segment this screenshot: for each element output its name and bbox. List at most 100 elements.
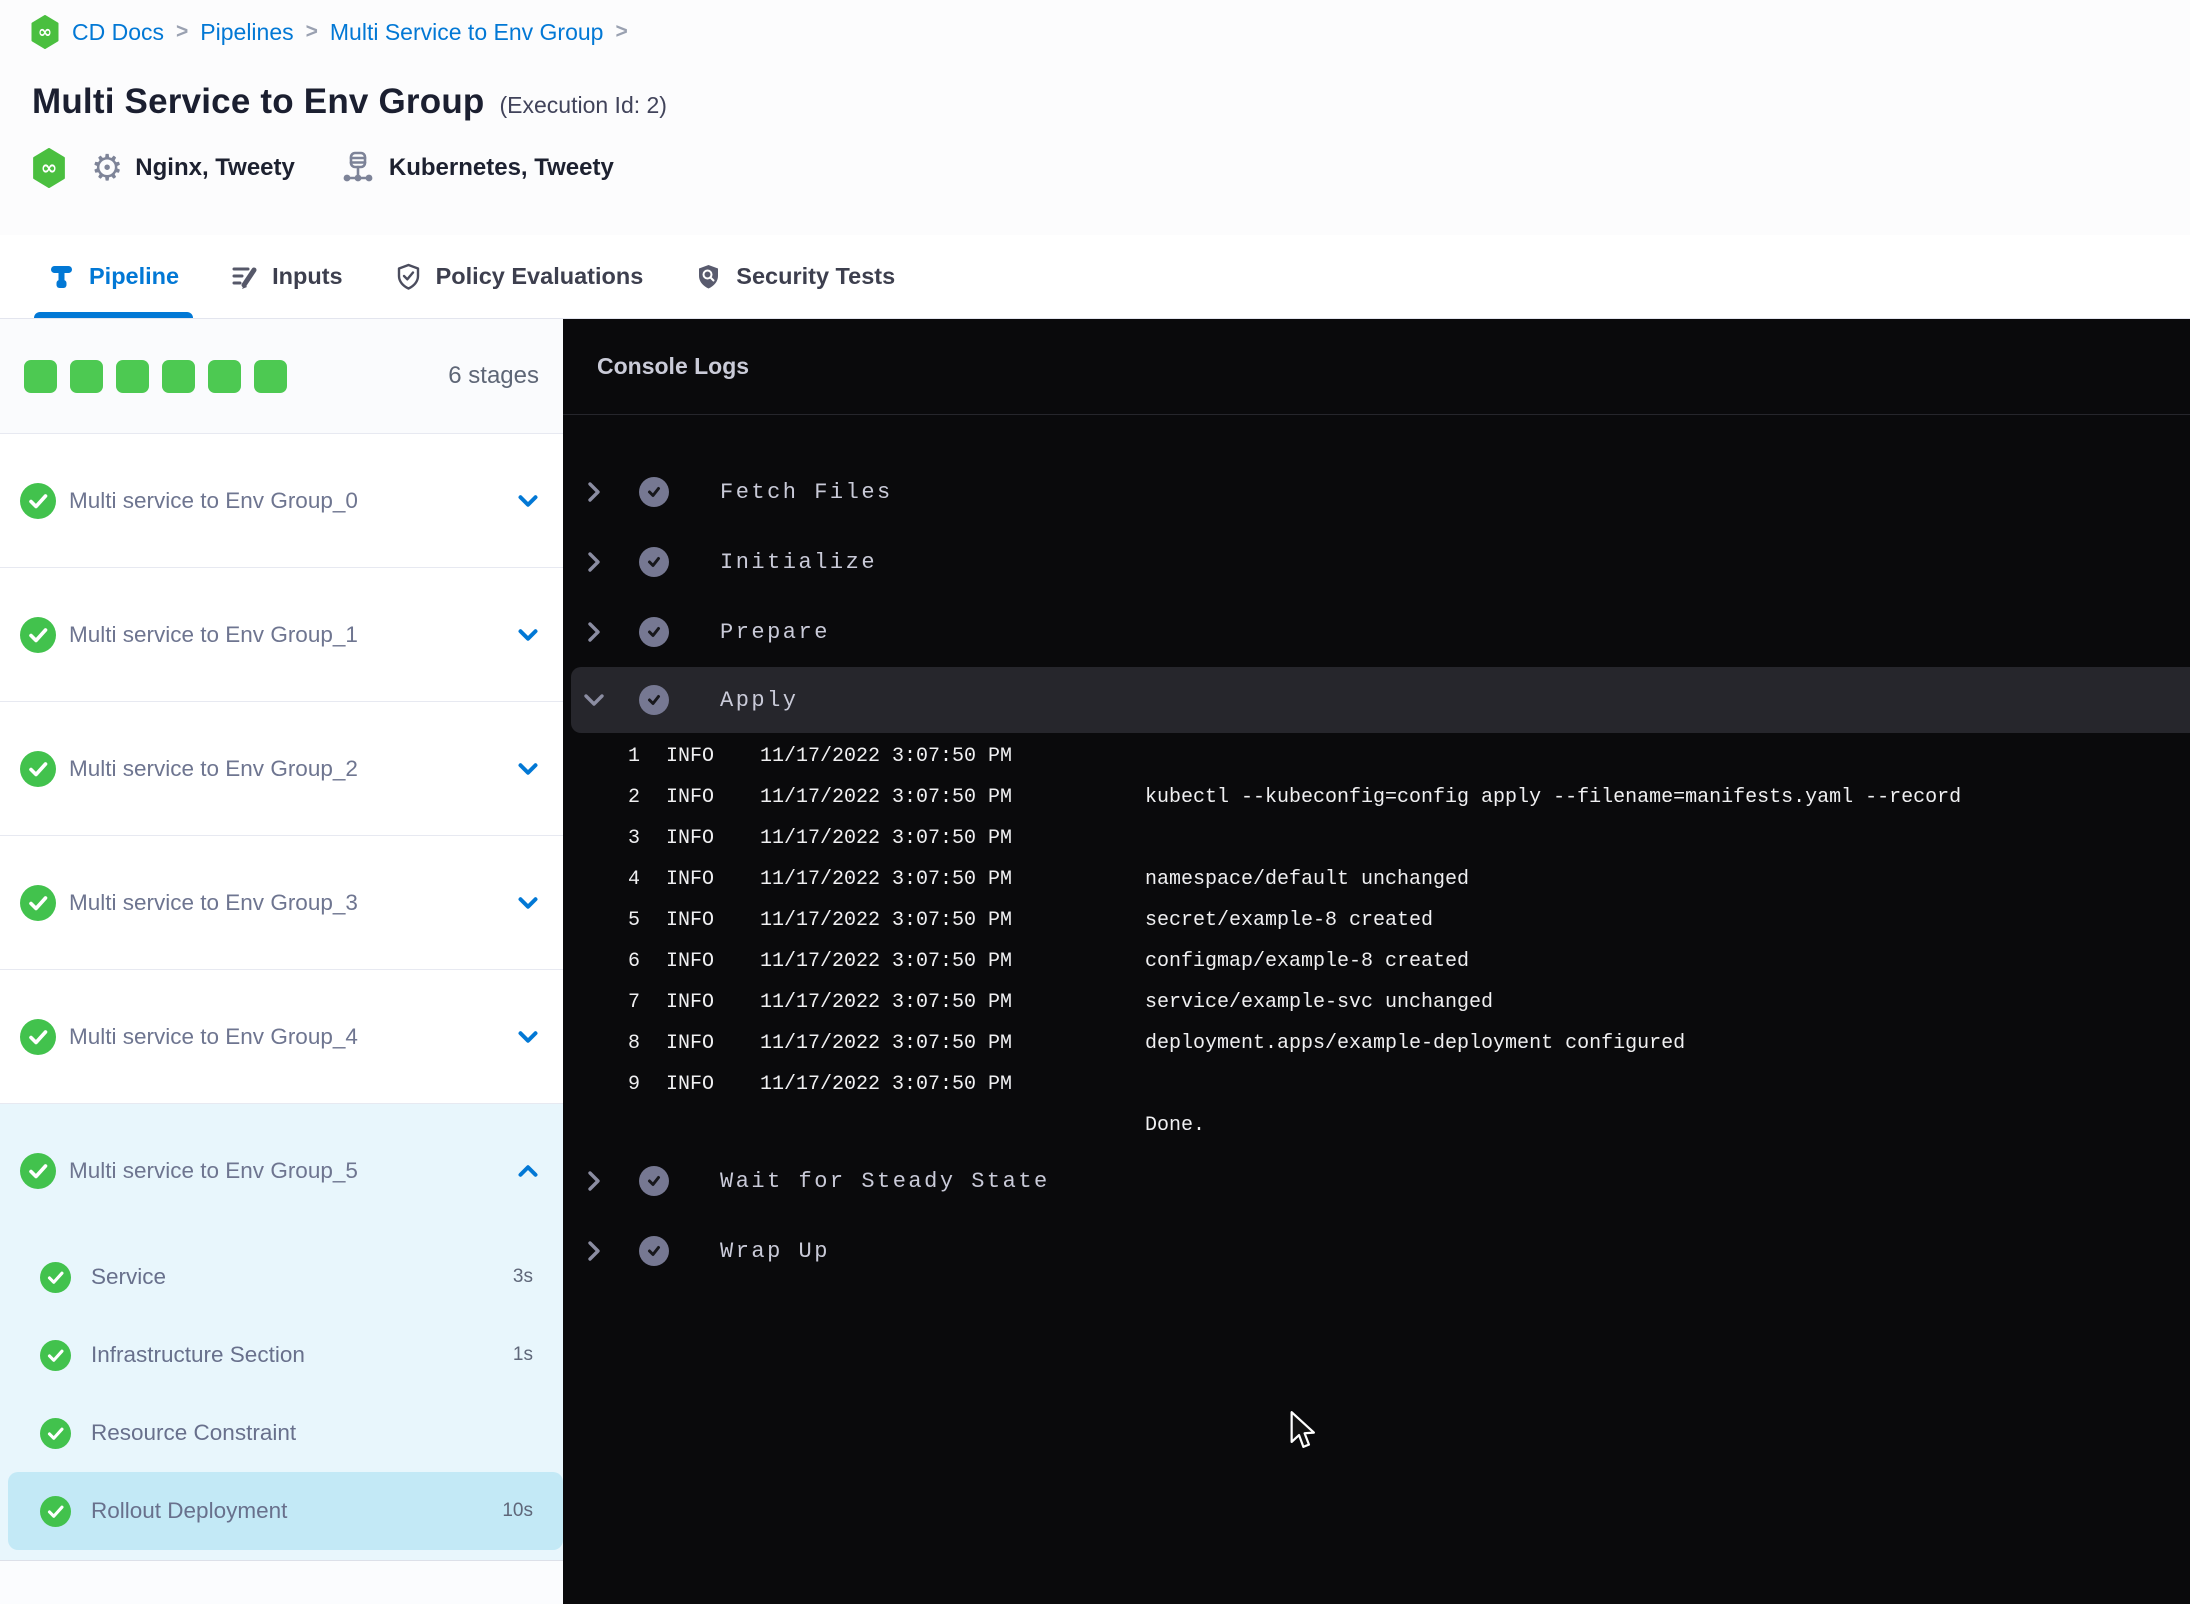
log-line: 2 INFO 11/17/2022 3:07:50 PM kubectl --kube… — [627, 786, 1962, 809]
chevron-down-icon[interactable] — [583, 687, 609, 713]
infrastructure-icon — [341, 150, 375, 186]
console-section-apply-expanded[interactable]: Apply — [571, 667, 2190, 733]
stages-summary: 6 stages — [0, 319, 563, 434]
console-section-fetch-files[interactable]: Fetch Files — [563, 457, 2190, 527]
step-name: Resource Constraint — [91, 1420, 297, 1445]
breadcrumb-separator: > — [615, 20, 628, 43]
stage-success-square — [208, 359, 241, 393]
step-duration: 10s — [502, 1500, 533, 1521]
console-section-label: Wrap Up — [720, 1238, 830, 1264]
step-name: Rollout Deployment — [91, 1498, 288, 1523]
chevron-down-icon[interactable] — [513, 1022, 543, 1052]
chevron-down-icon[interactable] — [513, 620, 543, 650]
breadcrumb-separator: > — [305, 20, 318, 43]
success-check-icon — [20, 616, 56, 653]
stage-success-square — [70, 359, 103, 393]
stage-name: Multi service to Env Group_2 — [69, 755, 358, 781]
tab-security-tests[interactable]: Security Tests — [681, 235, 909, 318]
success-check-icon — [40, 1417, 71, 1449]
tab-inputs[interactable]: Inputs — [217, 235, 357, 318]
step-success-badge-icon — [639, 547, 669, 577]
log-line: 9 INFO 11/17/2022 3:07:50 PM — [627, 1073, 1013, 1096]
stage-row-expanded[interactable]: Multi service to Env Group_5 — [0, 1104, 563, 1238]
security-shield-search-icon — [695, 263, 722, 290]
active-tab-underline — [34, 312, 194, 318]
step-row[interactable]: Infrastructure Section 1s — [0, 1316, 563, 1394]
stage-row[interactable]: Multi service to Env Group_3 — [0, 836, 563, 970]
step-name: Infrastructure Section — [91, 1342, 305, 1367]
log-line: 4 INFO 11/17/2022 3:07:50 PM namespace/defa… — [627, 868, 1470, 891]
step-row[interactable]: Service 3s — [0, 1238, 563, 1316]
console-section-label: Prepare — [720, 619, 830, 645]
tab-policy-evaluations[interactable]: Policy Evaluations — [381, 235, 658, 318]
services-row: ∞ ⚙ Nginx, Tweety Kubernetes, Tweety — [31, 148, 614, 188]
log-line: 8 INFO 11/17/2022 3:07:50 PM deployment.app… — [627, 1032, 1686, 1055]
console-section-initialize[interactable]: Initialize — [563, 527, 2190, 597]
step-row-selected[interactable]: Rollout Deployment 10s — [8, 1472, 563, 1550]
breadcrumb-link-pipeline-name[interactable]: Multi Service to Env Group — [330, 19, 604, 46]
chevron-right-icon[interactable] — [583, 1168, 609, 1194]
console-logs-panel: Console Logs Fetch Files Initialize Prep… — [563, 319, 2190, 1604]
console-section-wrap-up[interactable]: Wrap Up — [563, 1216, 2190, 1286]
log-lines: 1 INFO 11/17/2022 3:07:50 PM 2 INFO 11/17/20… — [563, 736, 2190, 1146]
stage-status-squares — [24, 359, 287, 393]
stage-success-square — [254, 359, 287, 393]
breadcrumb: ∞ CD Docs > Pipelines > Multi Service to… — [30, 15, 628, 49]
step-success-badge-icon — [639, 1166, 669, 1196]
success-check-icon — [20, 1018, 56, 1055]
stage-success-square — [24, 359, 57, 393]
stage-row[interactable]: Multi service to Env Group_2 — [0, 702, 563, 836]
log-line: 7 INFO 11/17/2022 3:07:50 PM service/exampl… — [627, 991, 1494, 1014]
chevron-right-icon[interactable] — [583, 479, 609, 505]
chevron-down-icon[interactable] — [513, 754, 543, 784]
log-line: 6 INFO 11/17/2022 3:07:50 PM configmap/exam… — [627, 950, 1470, 973]
chevron-down-icon[interactable] — [513, 486, 543, 516]
success-check-icon — [40, 1261, 71, 1293]
tab-pipeline[interactable]: Pipeline — [34, 235, 194, 318]
step-duration: 1s — [512, 1344, 533, 1365]
stage-name: Multi service to Env Group_0 — [69, 487, 358, 513]
chevron-right-icon[interactable] — [583, 619, 609, 645]
stage-row[interactable]: Multi service to Env Group_1 — [0, 568, 563, 702]
success-check-icon — [20, 884, 56, 921]
step-row[interactable]: Resource Constraint — [0, 1394, 563, 1472]
execution-tabs: Pipeline Inputs Policy Evaluations Secur… — [0, 235, 2190, 319]
policy-shield-check-icon — [395, 263, 422, 290]
chevron-up-icon[interactable] — [513, 1156, 543, 1186]
pipeline-icon — [48, 263, 75, 290]
pipeline-execution-page: ∞ CD Docs > Pipelines > Multi Service to… — [0, 0, 2190, 1604]
mouse-cursor — [1289, 1411, 1319, 1458]
chevron-right-icon[interactable] — [583, 549, 609, 575]
step-success-badge-icon — [639, 477, 669, 507]
svg-text:∞: ∞ — [41, 155, 58, 179]
success-check-icon — [20, 750, 56, 787]
sidebar-filler — [0, 1561, 563, 1604]
breadcrumb-link-cd-docs[interactable]: CD Docs — [72, 19, 164, 46]
expanded-stage: Multi service to Env Group_5 Service 3s … — [0, 1104, 563, 1561]
harness-cd-icon: ∞ — [30, 15, 60, 49]
success-check-icon — [20, 1153, 56, 1189]
chevron-down-icon[interactable] — [513, 888, 543, 918]
svg-text:∞: ∞ — [38, 23, 52, 43]
page-title: Multi Service to Env Group — [32, 82, 485, 121]
breadcrumb-link-pipelines[interactable]: Pipelines — [200, 19, 293, 46]
chevron-right-icon[interactable] — [583, 1238, 609, 1264]
success-check-icon — [40, 1339, 71, 1371]
step-duration: 3s — [512, 1266, 533, 1287]
service-names: Nginx, Tweety — [135, 154, 295, 181]
stage-count-label: 6 stages — [448, 362, 539, 389]
harness-cd-icon: ∞ — [31, 148, 67, 188]
stage-name: Multi service to Env Group_5 — [69, 1158, 358, 1183]
stage-row[interactable]: Multi service to Env Group_4 — [0, 970, 563, 1104]
log-line: 3 INFO 11/17/2022 3:07:50 PM — [627, 827, 1013, 850]
step-success-badge-icon — [639, 1236, 669, 1266]
breadcrumb-separator: > — [176, 20, 189, 43]
console-section-label: Apply — [720, 687, 799, 713]
console-section-label: Wait for Steady State — [720, 1168, 1050, 1194]
step-success-badge-icon — [639, 685, 669, 715]
log-line: 5 INFO 11/17/2022 3:07:50 PM secret/example… — [627, 909, 1434, 932]
stage-row[interactable]: Multi service to Env Group_0 — [0, 434, 563, 568]
console-section-wait-for-steady-state[interactable]: Wait for Steady State — [563, 1146, 2190, 1216]
log-line: 1 INFO 11/17/2022 3:07:50 PM — [627, 745, 1013, 768]
console-section-prepare[interactable]: Prepare — [563, 597, 2190, 667]
